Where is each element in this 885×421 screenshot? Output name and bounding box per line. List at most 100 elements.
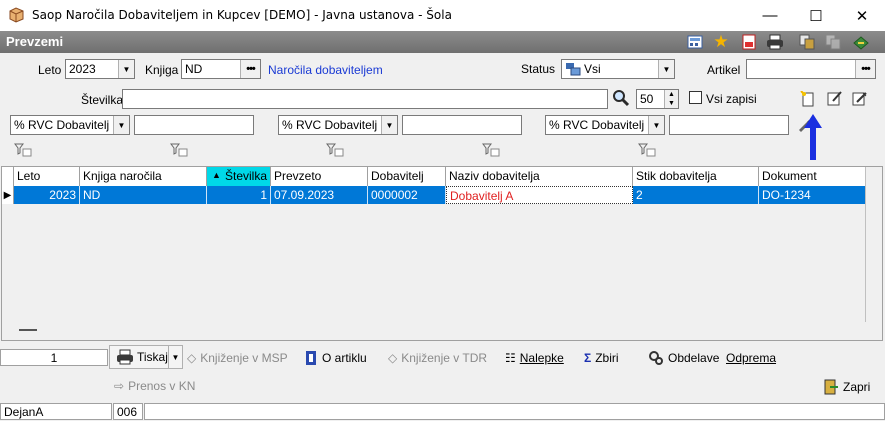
chevron-down-icon[interactable]: ▼ xyxy=(648,116,664,134)
nalepke-button[interactable]: ☷ Nalepke xyxy=(505,351,564,365)
status-message xyxy=(144,403,885,420)
data-grid[interactable]: Leto Knjiga naročila ▲ Številka Prevzeto… xyxy=(1,166,883,341)
zapri-button[interactable]: Zapri xyxy=(823,379,870,395)
prenos-kn-button[interactable]: ⇨ Prenos v KN xyxy=(114,379,195,393)
rvc-filter-select-2[interactable]: % RVC Dobavitelj ▼ xyxy=(278,115,398,135)
knjiga-value: ND xyxy=(185,62,203,76)
gears-icon xyxy=(649,351,663,365)
column-header-leto[interactable]: Leto xyxy=(14,167,80,186)
cell-prevzeto[interactable]: 07.09.2023 xyxy=(271,186,368,204)
edit-pencil-icon[interactable] xyxy=(852,90,870,108)
pdf-icon[interactable] xyxy=(740,33,758,51)
window-title: Saop Naročila Dobaviteljem in Kupcev [DE… xyxy=(32,8,452,22)
knjiga-description-link[interactable]: Naročila dobaviteljem xyxy=(268,63,383,77)
rvc-filter-select-3[interactable]: % RVC Dobavitelj ▼ xyxy=(545,115,665,135)
zbiri-button[interactable]: Σ Zbiri xyxy=(584,351,619,365)
column-header-prevzeto[interactable]: Prevzeto xyxy=(271,167,368,186)
filter-funnel-icon[interactable] xyxy=(638,143,656,159)
stevilka-input[interactable] xyxy=(122,89,608,109)
knjizenje-msp-button[interactable]: ◇ Knjiženje v MSP xyxy=(187,351,288,365)
leto-select[interactable]: 2023 ▼ xyxy=(65,59,135,79)
status-user: DejanA xyxy=(0,403,112,420)
calculator-icon[interactable] xyxy=(686,33,704,51)
edit-document-icon[interactable] xyxy=(827,90,845,108)
search-icon[interactable] xyxy=(612,89,632,109)
rvc-filter-input-1[interactable] xyxy=(134,115,254,135)
artikel-input[interactable]: ••• xyxy=(746,59,876,79)
table-row[interactable]: 2023 ND 1 07.09.2023 0000002 Dobavitelj … xyxy=(14,186,867,204)
cell-knjiga[interactable]: ND xyxy=(80,186,207,204)
knjiga-label: Knjiga xyxy=(145,63,179,77)
cell-stevilka[interactable]: 1 xyxy=(207,186,271,204)
print-button[interactable]: Tiskaj ▼ xyxy=(109,345,183,369)
chevron-down-icon[interactable]: ▼ xyxy=(168,346,182,368)
column-header-dokument[interactable]: Dokument xyxy=(759,167,867,186)
obdelave-button[interactable]: Obdelave xyxy=(648,350,719,366)
filter-funnel-icon[interactable] xyxy=(326,143,344,159)
chevron-down-icon[interactable]: ▼ xyxy=(658,60,674,78)
column-header-naziv[interactable]: Naziv dobavitelja xyxy=(446,167,633,186)
row-header-corner xyxy=(2,167,14,186)
rvc-filter-select-1[interactable]: % RVC Dobavitelj ▼ xyxy=(10,115,130,135)
cell-leto[interactable]: 2023 xyxy=(14,186,80,204)
spin-arrows-icon[interactable]: ▲ ▼ xyxy=(664,90,678,108)
minimize-button[interactable]: — xyxy=(747,0,793,31)
vsi-zapisi-checkbox[interactable] xyxy=(689,91,702,104)
tag-icon: ◇ xyxy=(187,351,197,365)
o-artiklu-button[interactable]: O artiklu xyxy=(304,350,367,366)
knjiga-input[interactable]: ND ••• xyxy=(181,59,261,79)
blue-arrow-annotation xyxy=(804,114,822,160)
rvc-filter-input-3[interactable] xyxy=(669,115,789,135)
maximize-button[interactable]: ☐ xyxy=(793,0,839,31)
chevron-down-icon[interactable]: ▼ xyxy=(113,116,129,134)
status-value: Vsi xyxy=(584,62,601,76)
printer-icon[interactable] xyxy=(766,33,784,51)
rvc-filter-input-2[interactable] xyxy=(402,115,522,135)
column-header-knjiga[interactable]: Knjiga naročila xyxy=(80,167,207,186)
column-header-dobavitelj[interactable]: Dobavitelj xyxy=(368,167,446,186)
filter-funnel-icon[interactable] xyxy=(482,143,500,159)
obdelave-label: Obdelave xyxy=(668,351,720,365)
odprema-button[interactable]: Odprema xyxy=(726,351,776,365)
sigma-icon: Σ xyxy=(584,351,592,365)
copy-icon[interactable] xyxy=(798,33,816,51)
status-label: Status xyxy=(521,62,556,76)
leto-label: Leto xyxy=(38,63,62,77)
column-header-stik[interactable]: Stik dobavitelja xyxy=(633,167,759,186)
exit-icon[interactable] xyxy=(852,33,870,51)
paste-icon[interactable] xyxy=(824,33,842,51)
new-document-icon[interactable] xyxy=(800,90,818,109)
knjizenje-tdr-button[interactable]: ◇ Knjiženje v TDR xyxy=(388,351,487,365)
vertical-scrollbar[interactable] xyxy=(865,167,882,322)
cell-dokument[interactable]: DO-1234 xyxy=(759,186,867,204)
print-label: Tiskaj xyxy=(137,350,168,364)
stevilka-label: Številka xyxy=(81,93,124,107)
cell-stik[interactable]: 2 xyxy=(633,186,759,204)
browse-dots-icon[interactable]: ••• xyxy=(855,60,875,78)
page-size-value: 50 xyxy=(640,92,654,106)
rvc-filter-label: % RVC Dobavitelj xyxy=(549,118,645,132)
close-button[interactable]: ✕ xyxy=(839,0,885,31)
vsi-zapisi-label: Vsi zapisi xyxy=(706,92,757,106)
tag-icon: ◇ xyxy=(388,351,398,365)
info-book-icon xyxy=(306,351,316,365)
page-size-stepper[interactable]: 50 ▲ ▼ xyxy=(636,89,679,109)
form-caption: Prevzemi xyxy=(6,34,64,49)
nalepke-label: Nalepke xyxy=(519,351,564,365)
labels-icon: ☷ xyxy=(505,351,516,365)
cell-naziv[interactable]: Dobavitelj A xyxy=(446,186,633,204)
browse-dots-icon[interactable]: ••• xyxy=(240,60,260,78)
column-header-stevilka[interactable]: ▲ Številka xyxy=(207,167,271,186)
chevron-down-icon[interactable]: ▼ xyxy=(381,116,397,134)
status-select[interactable]: Vsi ▼ xyxy=(561,59,675,79)
filter-funnel-icon[interactable] xyxy=(14,143,32,159)
title-bar: Saop Naročila Dobaviteljem in Kupcev [DE… xyxy=(0,0,885,31)
favorite-star-icon[interactable]: ★ xyxy=(712,32,730,51)
grid-footer-marker xyxy=(19,329,37,331)
odprema-label: Odprema xyxy=(726,351,777,365)
cell-dobavitelj[interactable]: 0000002 xyxy=(368,186,446,204)
transfer-icon: ⇨ xyxy=(114,379,125,393)
chevron-down-icon[interactable]: ▼ xyxy=(118,60,134,78)
current-row-indicator-icon: ▶ xyxy=(2,186,14,204)
filter-funnel-icon[interactable] xyxy=(170,143,188,159)
